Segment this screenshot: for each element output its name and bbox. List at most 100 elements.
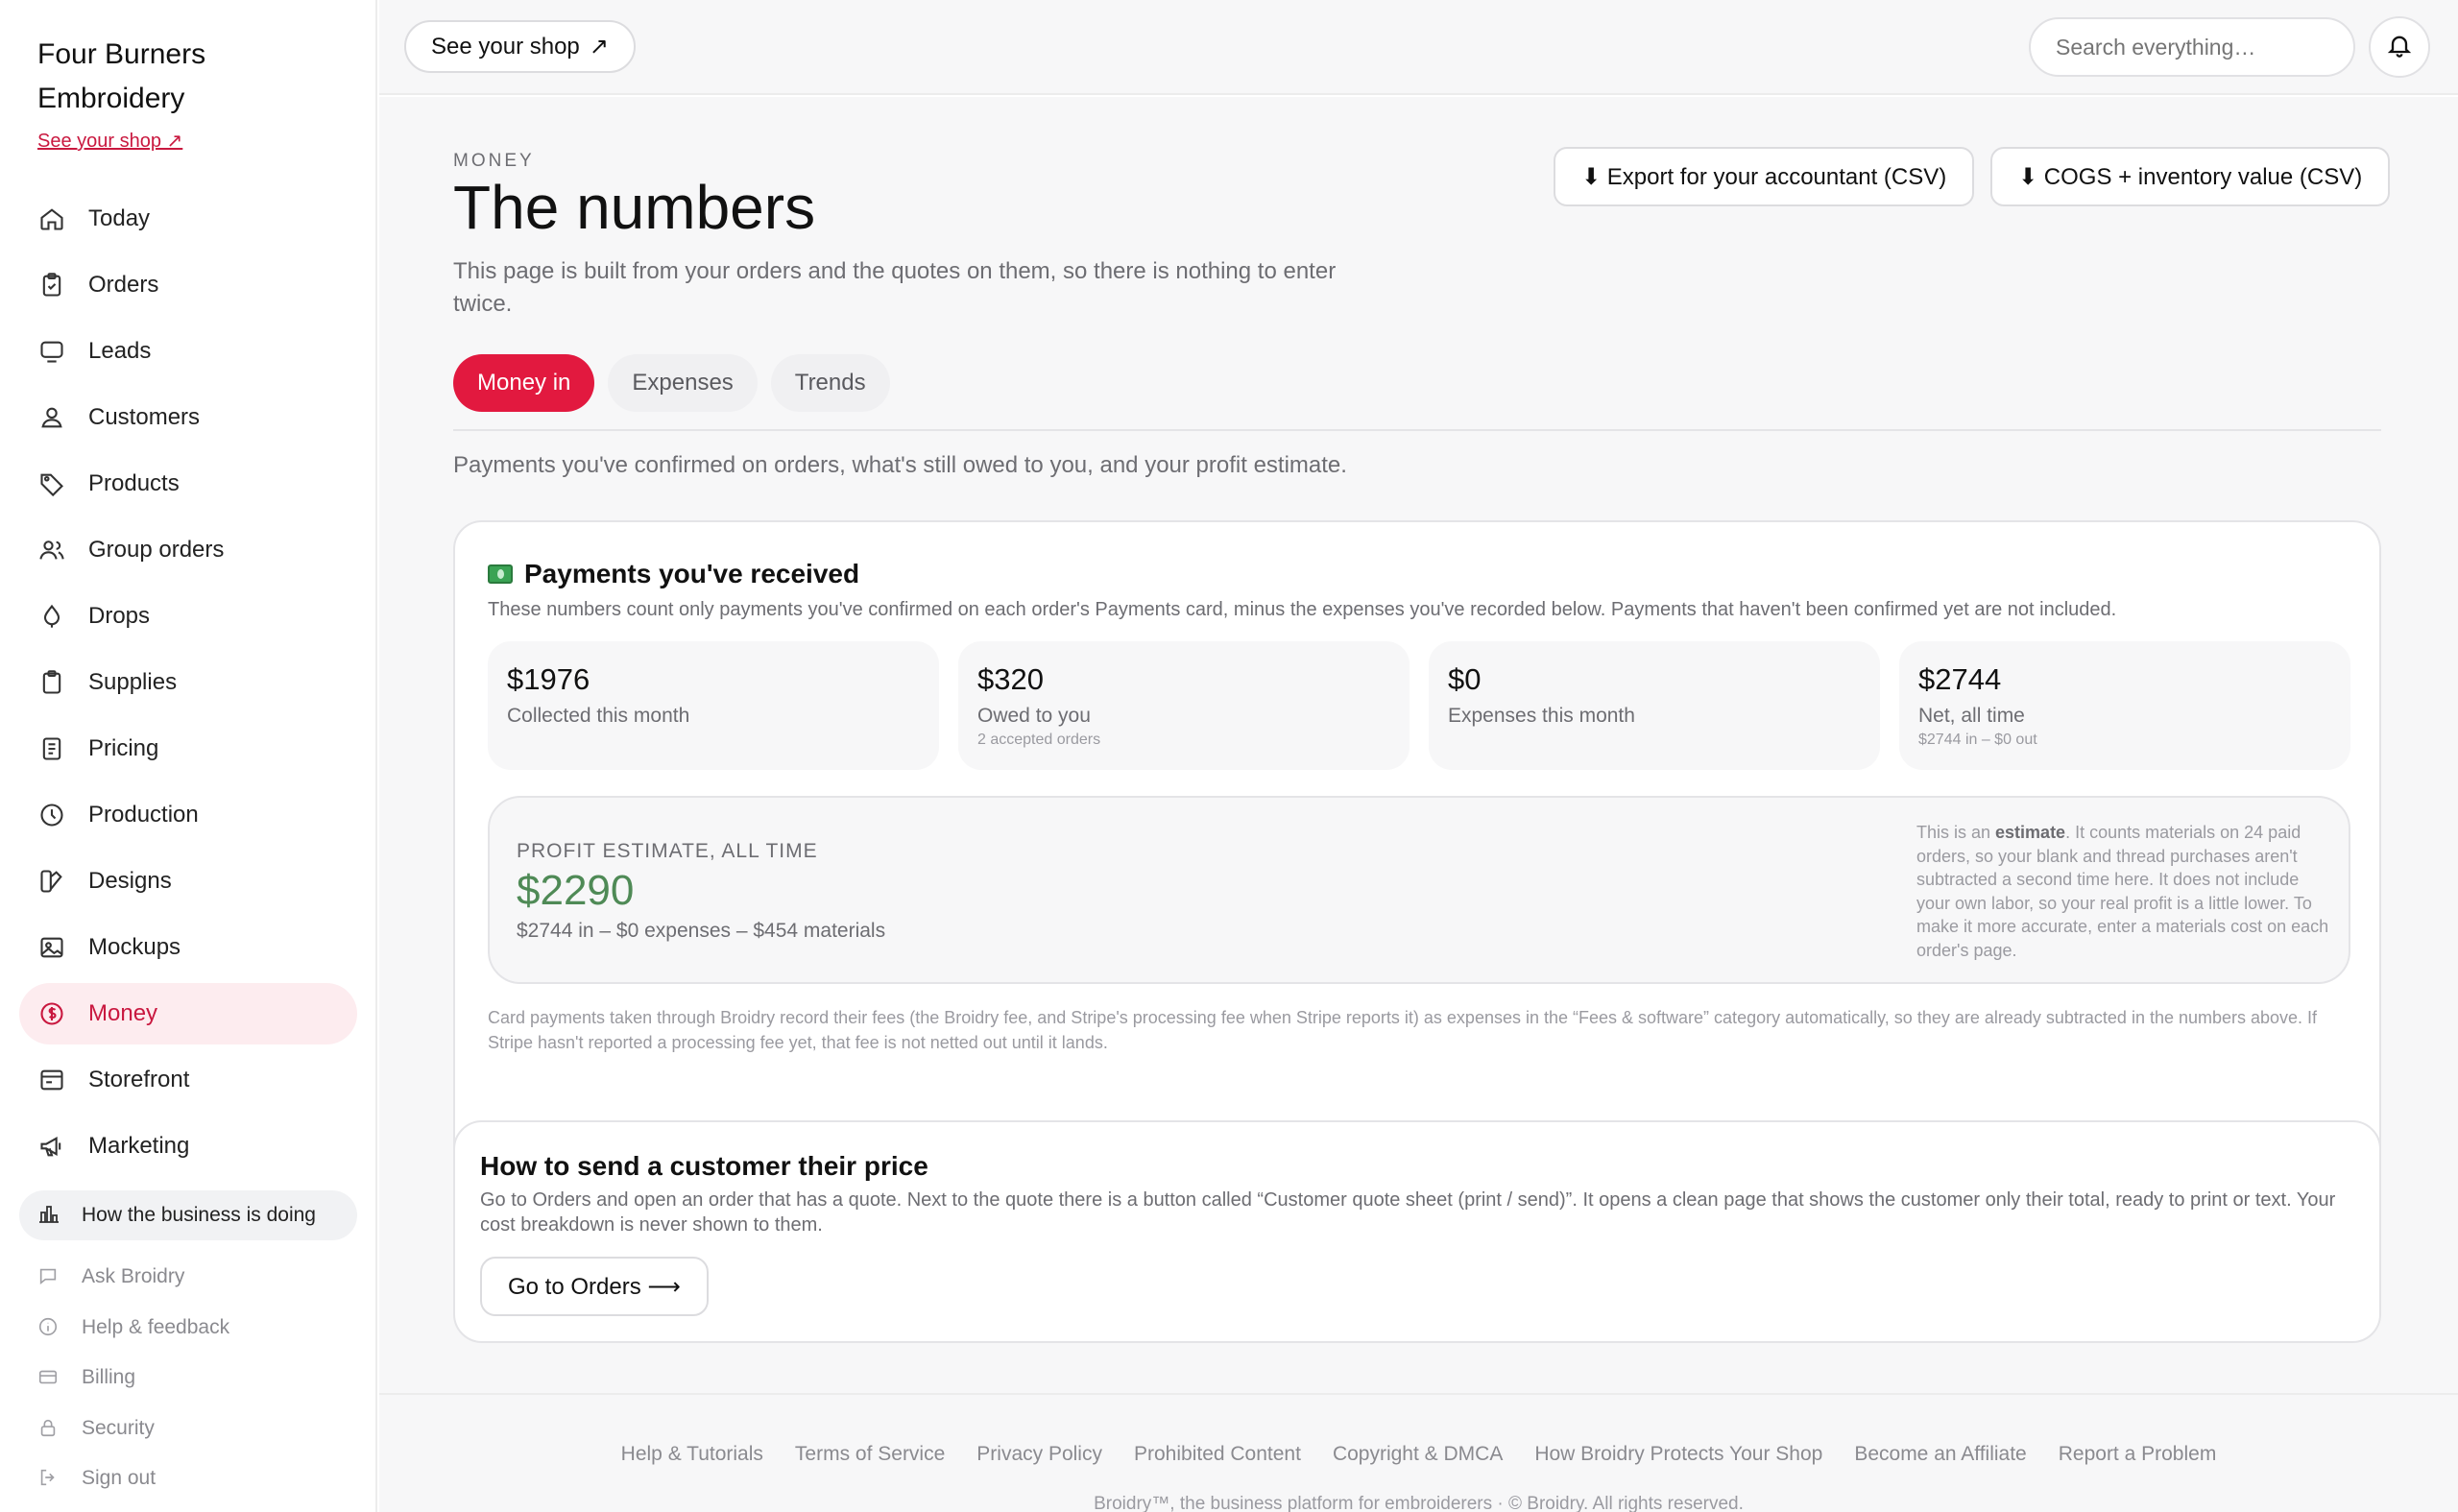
sidebar-item-label: Leads <box>88 338 152 364</box>
profit-note-pre: This is an <box>1916 823 1996 842</box>
stat-collected-this-month: $1976 Collected this month <box>488 641 939 770</box>
footer-link-affiliate[interactable]: Become an Affiliate <box>1854 1443 2026 1466</box>
sidebar-item-label: Help & feedback <box>82 1315 230 1338</box>
page-description: This page is built from your orders and … <box>453 258 1337 317</box>
notifications-button[interactable] <box>2369 16 2430 78</box>
footer-link-help[interactable]: Help & Tutorials <box>621 1443 763 1466</box>
sidebar-item-designs[interactable]: Designs <box>19 851 357 912</box>
sidebar-item-marketing[interactable]: Marketing <box>19 1116 357 1177</box>
how-to-send-price-card: How to send a customer their price Go to… <box>453 1120 2381 1343</box>
secondary-nav: Ask Broidry Help & feedback Billing Secu… <box>37 1252 229 1504</box>
profit-note: This is an estimate. It counts materials… <box>1916 821 2329 962</box>
footer-link-prohibited[interactable]: Prohibited Content <box>1134 1443 1301 1466</box>
sidebar-item-label: Customers <box>88 404 201 430</box>
sidebar-item-products[interactable]: Products <box>19 453 357 515</box>
see-shop-label: See your shop <box>431 33 580 60</box>
inbox-icon <box>37 337 66 366</box>
sidebar-item-group-orders[interactable]: Group orders <box>19 519 357 581</box>
tab-description: Payments you've confirmed on orders, wha… <box>453 452 1347 478</box>
go-to-orders-button[interactable]: Go to Orders ⟶ <box>480 1257 709 1316</box>
clock-icon <box>37 801 66 829</box>
sidebar-item-ask-broidry[interactable]: Ask Broidry <box>37 1252 229 1303</box>
sidebar-item-storefront[interactable]: Storefront <box>19 1049 357 1111</box>
tab-divider <box>453 429 2381 431</box>
payments-footnote: Card payments taken through Broidry reco… <box>488 1008 2318 1052</box>
export-accountant-csv-button[interactable]: ⬇ Export for your accountant (CSV) <box>1554 147 1975 206</box>
tab-expenses[interactable]: Expenses <box>608 354 758 412</box>
sidebar-item-money[interactable]: Money <box>19 983 357 1044</box>
profit-estimate-panel: PROFIT ESTIMATE, ALL TIME $2290 $2744 in… <box>488 796 2350 984</box>
stat-net-all-time: $2744 Net, all time $2744 in – $0 out <box>1899 641 2350 770</box>
brand-shop-link[interactable]: See your shop ↗ <box>37 129 182 153</box>
page-title: The numbers <box>453 173 816 242</box>
footer-copyright: Broidry™, the business platform for embr… <box>1094 1494 1744 1512</box>
sidebar-item-label: Mockups <box>88 934 181 960</box>
footer-links: Help & Tutorials Terms of Service Privac… <box>379 1443 2458 1466</box>
footer-link-protects[interactable]: How Broidry Protects Your Shop <box>1534 1443 1822 1466</box>
tab-trends[interactable]: Trends <box>770 354 890 412</box>
stat-value: $1976 <box>507 662 590 696</box>
topbar: See your shop ↗ <box>379 0 2458 95</box>
stat-label: Owed to you <box>977 705 1091 727</box>
megaphone-icon <box>37 1132 66 1161</box>
bar-chart-icon <box>37 1203 62 1228</box>
sidebar-item-supplies[interactable]: Supplies <box>19 652 357 713</box>
sidebar-item-label: Storefront <box>88 1067 190 1092</box>
drop-icon <box>37 602 66 631</box>
user-icon <box>37 403 66 432</box>
sidebar-item-label: Products <box>88 470 180 496</box>
sidebar-item-production[interactable]: Production <box>19 784 357 846</box>
chat-icon <box>37 1265 60 1288</box>
stat-subtext: $2744 in – $0 out <box>1918 732 2037 748</box>
sidebar-item-label: Production <box>88 802 199 828</box>
payments-title-text: Payments you've received <box>524 559 860 588</box>
how-title: How to send a customer their price <box>480 1151 928 1181</box>
sidebar-item-label: Marketing <box>88 1133 190 1159</box>
sidebar-item-orders[interactable]: Orders <box>19 254 357 316</box>
sidebar-item-label: Pricing <box>88 735 159 761</box>
money-icon <box>488 564 513 584</box>
brand-name: Four Burners Embroidery <box>37 38 206 114</box>
see-shop-button[interactable]: See your shop ↗ <box>404 20 636 73</box>
export-cogs-csv-button[interactable]: ⬇ COGS + inventory value (CSV) <box>1990 147 2391 206</box>
footer-link-report[interactable]: Report a Problem <box>2059 1443 2217 1466</box>
sidebar-item-leads[interactable]: Leads <box>19 321 357 382</box>
sidebar-item-help[interactable]: Help & feedback <box>37 1303 229 1354</box>
profit-value: $2290 <box>517 867 635 914</box>
sidebar-item-drops[interactable]: Drops <box>19 586 357 647</box>
sidebar-item-label: Drops <box>88 603 151 629</box>
sidebar-item-label: Today <box>88 205 151 231</box>
sidebar-item-label: Ask Broidry <box>82 1265 185 1288</box>
footer-link-copyright[interactable]: Copyright & DMCA <box>1333 1443 1503 1466</box>
tag-icon <box>37 469 66 498</box>
profit-formula: $2744 in – $0 expenses – $454 materials <box>517 920 886 942</box>
sidebar-item-sign-out[interactable]: Sign out <box>37 1453 229 1504</box>
sidebar-item-billing[interactable]: Billing <box>37 1353 229 1404</box>
profit-note-bold: estimate <box>1995 823 2066 842</box>
sidebar-item-customers[interactable]: Customers <box>19 387 357 448</box>
image-icon <box>37 933 66 962</box>
dollar-icon <box>37 999 66 1028</box>
sidebar-item-pricing[interactable]: Pricing <box>19 718 357 780</box>
users-icon <box>37 536 66 564</box>
sidebar-item-label: Sign out <box>82 1467 157 1490</box>
card-icon <box>37 1366 60 1389</box>
external-link-icon: ↗ <box>589 34 609 60</box>
how-description: Go to Orders and open an order that has … <box>480 1189 2336 1236</box>
sidebar-item-mockups[interactable]: Mockups <box>19 917 357 978</box>
sidebar-item-today[interactable]: Today <box>19 188 357 250</box>
storefront-icon <box>37 1066 66 1094</box>
sidebar: Four Burners Embroidery See your shop ↗ … <box>0 0 377 1512</box>
sidebar-item-label: Orders <box>88 272 159 298</box>
footer-link-terms[interactable]: Terms of Service <box>795 1443 945 1466</box>
info-icon <box>37 1316 60 1339</box>
sidebar-item-label: Money <box>88 1000 158 1026</box>
stat-label: Expenses this month <box>1448 705 1635 727</box>
tab-money-in[interactable]: Money in <box>453 354 595 412</box>
sidebar-item-security[interactable]: Security <box>37 1404 229 1454</box>
page-eyebrow: MONEY <box>453 151 535 171</box>
search-input[interactable] <box>2029 17 2355 77</box>
stat-subtext: 2 accepted orders <box>977 732 1101 748</box>
footer-link-privacy[interactable]: Privacy Policy <box>976 1443 1102 1466</box>
business-health-link[interactable]: How the business is doing <box>19 1190 357 1240</box>
